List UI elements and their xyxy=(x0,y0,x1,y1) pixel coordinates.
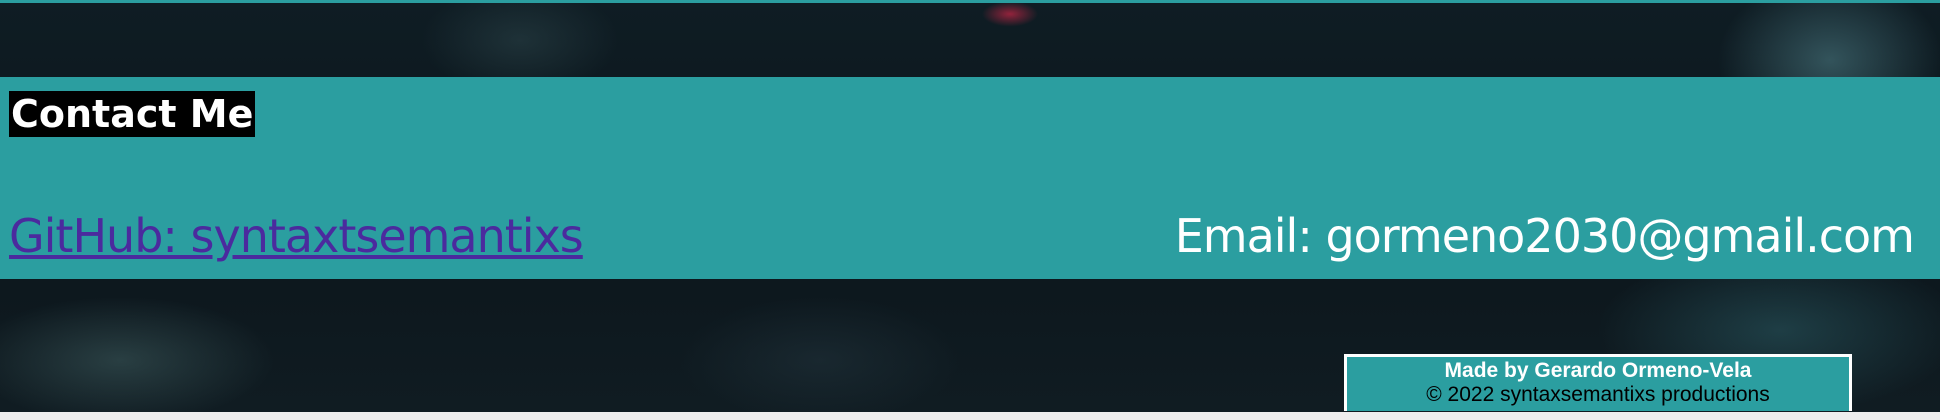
footer-credit: Made by Gerardo Ormeno-Vela xyxy=(1444,359,1752,382)
page-background: Contact Me GitHub: syntaxtsemantixs Emai… xyxy=(0,0,1940,412)
top-divider xyxy=(0,0,1940,3)
email-address: Email: gormeno2030@gmail.com xyxy=(1174,209,1915,263)
contact-section: Contact Me GitHub: syntaxtsemantixs Emai… xyxy=(0,77,1940,279)
contact-heading: Contact Me xyxy=(9,91,256,137)
footer: Made by Gerardo Ormeno-Vela © 2022 synta… xyxy=(1344,354,1852,411)
footer-copyright: © 2022 syntaxsemantixs productions xyxy=(1426,383,1770,406)
github-link[interactable]: GitHub: syntaxtsemantixs xyxy=(9,209,584,263)
bottom-strip xyxy=(0,412,1940,420)
